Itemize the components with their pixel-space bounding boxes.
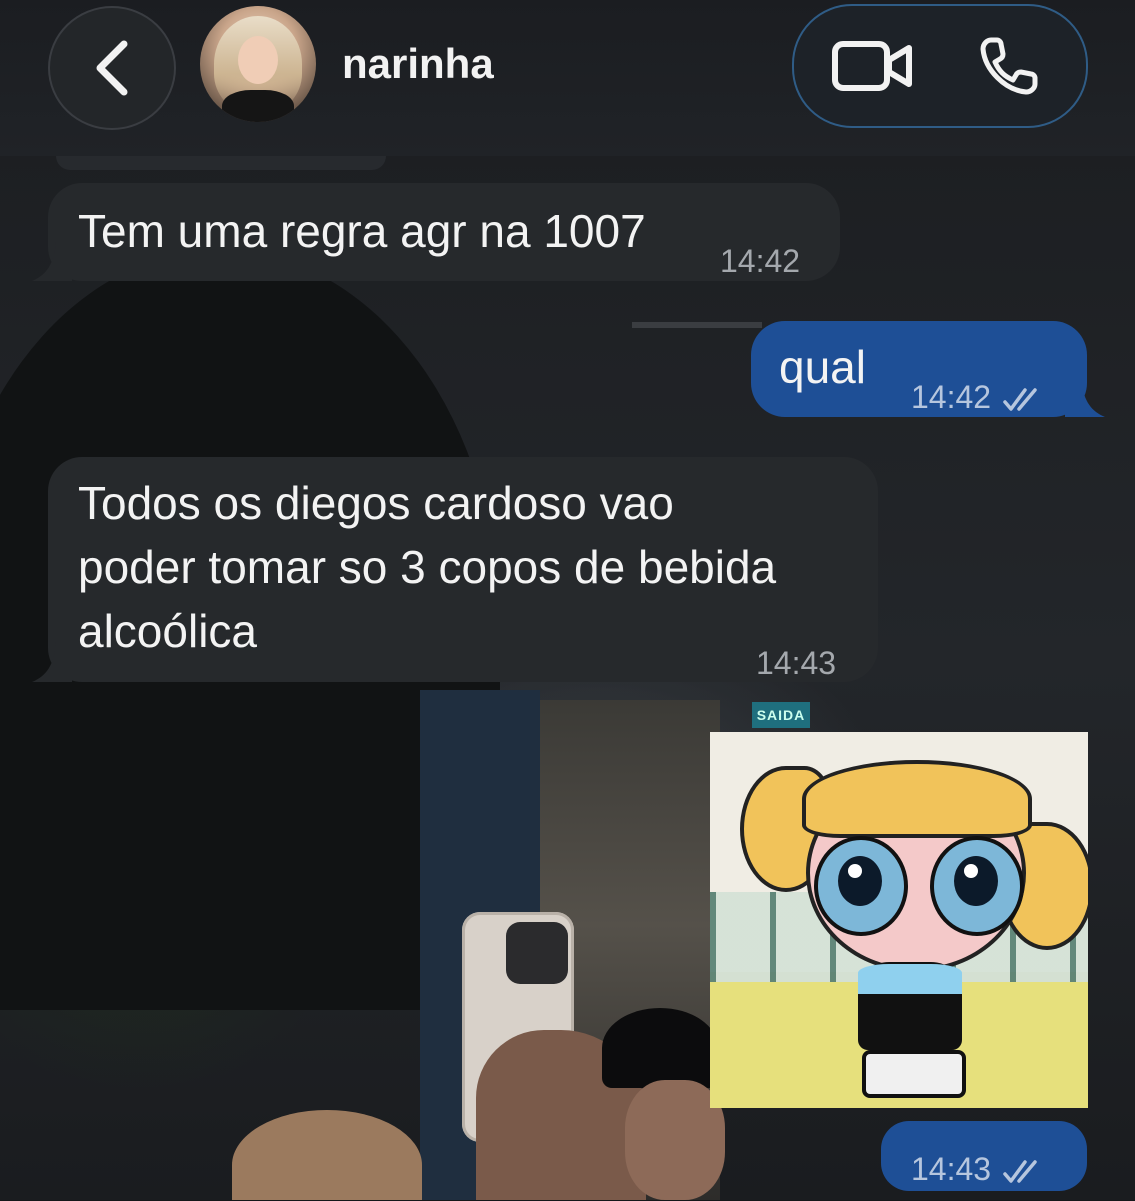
sticker-time-bubble[interactable]: 14:43 bbox=[881, 1121, 1087, 1191]
video-camera-icon bbox=[832, 41, 912, 91]
bubble-tail bbox=[1065, 377, 1105, 417]
sticker-legs bbox=[862, 1050, 966, 1098]
bubble-tail bbox=[32, 241, 72, 281]
wallpaper-exit-sign: SAIDA bbox=[752, 702, 810, 728]
back-button[interactable] bbox=[48, 6, 176, 130]
chat-header: narinha bbox=[0, 0, 1135, 156]
message-text: Tem uma regra agr na 1007 bbox=[78, 205, 646, 257]
double-check-icon bbox=[1003, 1159, 1037, 1183]
message-text: qual bbox=[779, 341, 866, 393]
avatar-face bbox=[238, 36, 278, 84]
outgoing-message[interactable]: qual 14:42 bbox=[751, 321, 1105, 417]
sticker-eye-right bbox=[930, 836, 1024, 936]
video-call-button[interactable] bbox=[818, 6, 928, 126]
sticker-hair bbox=[802, 760, 1032, 838]
voice-call-button[interactable] bbox=[954, 6, 1064, 126]
wallpaper-light-bar bbox=[632, 322, 762, 328]
sticker-eye-left bbox=[814, 836, 908, 936]
chevron-left-icon bbox=[96, 40, 128, 96]
message-meta: 14:42 bbox=[911, 365, 1045, 429]
message-time: 14:43 bbox=[756, 645, 837, 681]
previous-message-edge bbox=[56, 156, 386, 170]
double-check-icon bbox=[1003, 387, 1037, 411]
call-actions bbox=[792, 4, 1088, 128]
message-meta: 14:43 bbox=[911, 1137, 1045, 1201]
contact-name[interactable]: narinha bbox=[342, 40, 494, 88]
wallpaper-phone-camera bbox=[506, 922, 568, 984]
avatar-dress bbox=[222, 90, 294, 122]
wallpaper-girl bbox=[232, 1110, 422, 1200]
message-text: Todos os diegos cardoso vao poder tomar … bbox=[78, 477, 777, 657]
incoming-message[interactable]: Tem uma regra agr na 1007 14:42 bbox=[32, 183, 840, 281]
incoming-message[interactable]: Todos os diegos cardoso vao poder tomar … bbox=[32, 457, 878, 682]
message-time: 14:42 bbox=[911, 379, 992, 415]
phone-icon bbox=[980, 37, 1038, 95]
bubble-tail bbox=[32, 642, 72, 682]
contact-avatar[interactable] bbox=[200, 6, 316, 122]
bubbles-powerpuff-sticker[interactable] bbox=[710, 732, 1088, 1108]
wallpaper-cap bbox=[602, 1008, 718, 1088]
message-time: 14:43 bbox=[911, 1151, 992, 1187]
sticker-dress-stripe bbox=[858, 964, 962, 994]
message-time: 14:42 bbox=[720, 243, 801, 279]
